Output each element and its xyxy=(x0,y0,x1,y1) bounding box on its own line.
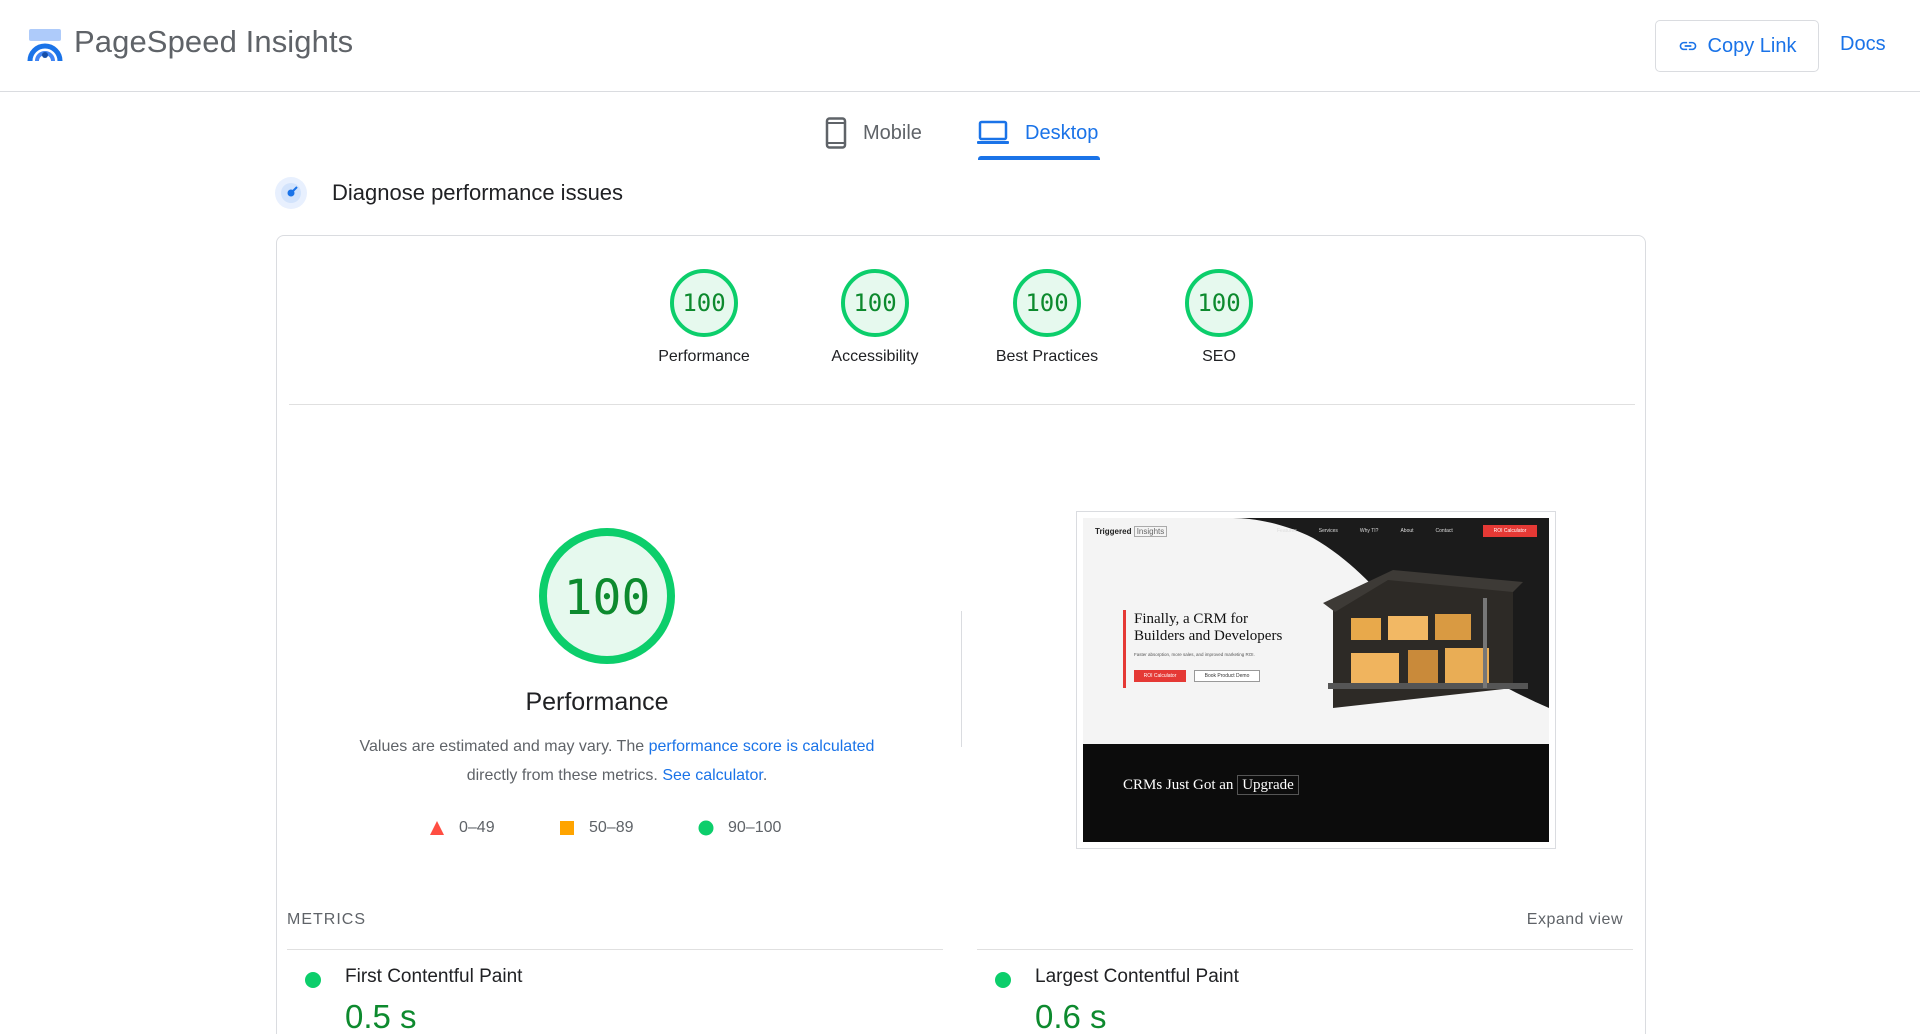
tab-mobile[interactable]: Mobile xyxy=(825,108,922,158)
legend-pass-label: 90–100 xyxy=(728,819,782,836)
gauge-score: 100 xyxy=(1025,289,1068,317)
site-nav-item: Contact xyxy=(1435,528,1453,534)
screenshot-preview: Triggered Insights Features Services Why… xyxy=(1083,518,1549,842)
hero-subtext: Faster absorption, more sales, and impro… xyxy=(1134,652,1255,657)
site-nav-cta: ROI Calculator xyxy=(1483,525,1537,537)
banner: CRMs Just Got an Upgrade xyxy=(1083,744,1549,842)
hero-headline-line: Finally, a CRM for xyxy=(1134,611,1249,627)
legend-average: 50–89 xyxy=(559,819,634,837)
site-nav-item: Why TI? xyxy=(1359,528,1379,534)
desc-text: directly from these metrics. xyxy=(466,767,663,784)
metric-name: First Contentful Paint xyxy=(345,966,523,987)
copy-link-button[interactable]: Copy Link xyxy=(1655,20,1819,72)
triangle-icon xyxy=(430,821,444,835)
pass-circle-icon xyxy=(995,972,1011,988)
hero-secondary-button: Book Product Demo xyxy=(1194,670,1260,682)
metric-value: 0.5 s xyxy=(345,998,417,1034)
gauge-label: SEO xyxy=(1202,348,1236,365)
site-nav-item: Features xyxy=(1277,528,1297,534)
performance-description: Values are estimated and may vary. The p… xyxy=(317,732,917,790)
gauge-ring: 100 xyxy=(1185,269,1253,337)
tab-desktop[interactable]: Desktop xyxy=(977,108,1098,158)
legend-average-label: 50–89 xyxy=(589,819,634,836)
tab-mobile-label: Mobile xyxy=(863,121,922,144)
pagespeed-logo-icon xyxy=(27,29,63,62)
site-nav: Features Services Why TI? About Contact xyxy=(1277,528,1453,534)
section-title: Diagnose performance issues xyxy=(332,180,624,205)
diagnose-icon xyxy=(275,177,307,209)
gauge-score: 100 xyxy=(853,289,896,317)
banner-text-main: CRMs Just Got an xyxy=(1123,777,1234,793)
desc-text: Values are estimated and may vary. The xyxy=(359,738,649,755)
copy-link-label: Copy Link xyxy=(1707,34,1797,57)
link-icon xyxy=(1679,41,1696,51)
site-brand-tag: Insights xyxy=(1133,526,1168,537)
performance-score-link[interactable]: performance score is calculated xyxy=(649,738,875,755)
vertical-divider xyxy=(961,611,962,747)
gauge-performance[interactable]: 100 Performance xyxy=(634,268,774,366)
site-nav-item: Services xyxy=(1318,528,1338,534)
hero-headline-line: Builders and Developers xyxy=(1134,628,1283,644)
divider xyxy=(287,949,943,950)
metric-name: Largest Contentful Paint xyxy=(1035,966,1239,987)
hero-headline: Finally, a CRM for Builders and Develope… xyxy=(1134,611,1282,645)
hero-accent-bar xyxy=(1123,610,1126,688)
performance-title: Performance xyxy=(525,688,669,716)
metrics-label: METRICS xyxy=(287,911,366,928)
tab-desktop-label: Desktop xyxy=(1025,121,1099,144)
see-calculator-link[interactable]: See calculator xyxy=(662,767,763,784)
site-brand-name: Triggered xyxy=(1095,527,1132,536)
banner-highlight: Upgrade xyxy=(1237,775,1299,795)
site-brand: Triggered Insights xyxy=(1095,526,1168,537)
category-gauges: 100 Performance 100 Accessibility 100 Be… xyxy=(277,236,1645,406)
site-nav-item: About xyxy=(1400,528,1414,534)
divider xyxy=(977,949,1633,950)
performance-big-gauge: 100 xyxy=(539,528,675,664)
pass-circle-icon xyxy=(305,972,321,988)
gauge-label: Accessibility xyxy=(831,348,919,365)
app-title: PageSpeed Insights xyxy=(74,24,354,59)
circle-icon xyxy=(698,820,714,836)
report-card: 100 Performance 100 Accessibility 100 Be… xyxy=(276,235,1646,1034)
desc-text: . xyxy=(762,767,768,784)
banner-text: CRMs Just Got an Upgrade xyxy=(1123,775,1299,795)
gauge-ring: 100 xyxy=(841,269,909,337)
smartphone-icon xyxy=(825,117,847,149)
gauge-best-practices[interactable]: 100 Best Practices xyxy=(977,268,1117,366)
header: PageSpeed Insights Copy Link Docs xyxy=(0,0,1920,92)
legend-fail: 0–49 xyxy=(429,819,495,837)
legend-fail-label: 0–49 xyxy=(459,819,495,836)
hero-primary-button: ROI Calculator xyxy=(1134,670,1186,682)
gauge-ring: 100 xyxy=(1013,269,1081,337)
gauge-label: Performance xyxy=(658,348,750,365)
gauge-score: 100 xyxy=(682,289,725,317)
gauge-ring: 100 xyxy=(670,269,738,337)
expand-view-button[interactable]: Expand view xyxy=(1527,911,1623,929)
legend-pass: 90–100 xyxy=(698,819,781,837)
gauge-accessibility[interactable]: 100 Accessibility xyxy=(805,268,945,366)
house-image xyxy=(1323,570,1528,708)
laptop-icon xyxy=(977,120,1009,144)
gauge-seo[interactable]: 100 SEO xyxy=(1149,268,1289,366)
active-tab-indicator xyxy=(978,156,1100,160)
square-icon xyxy=(560,821,574,835)
docs-link[interactable]: Docs xyxy=(1840,33,1886,56)
gauge-score: 100 xyxy=(1197,289,1240,317)
metric-value: 0.6 s xyxy=(1035,998,1107,1034)
performance-score: 100 xyxy=(564,570,651,626)
gauge-label: Best Practices xyxy=(995,348,1099,365)
divider xyxy=(289,404,1635,405)
final-screenshot[interactable]: Triggered Insights Features Services Why… xyxy=(1076,511,1556,849)
